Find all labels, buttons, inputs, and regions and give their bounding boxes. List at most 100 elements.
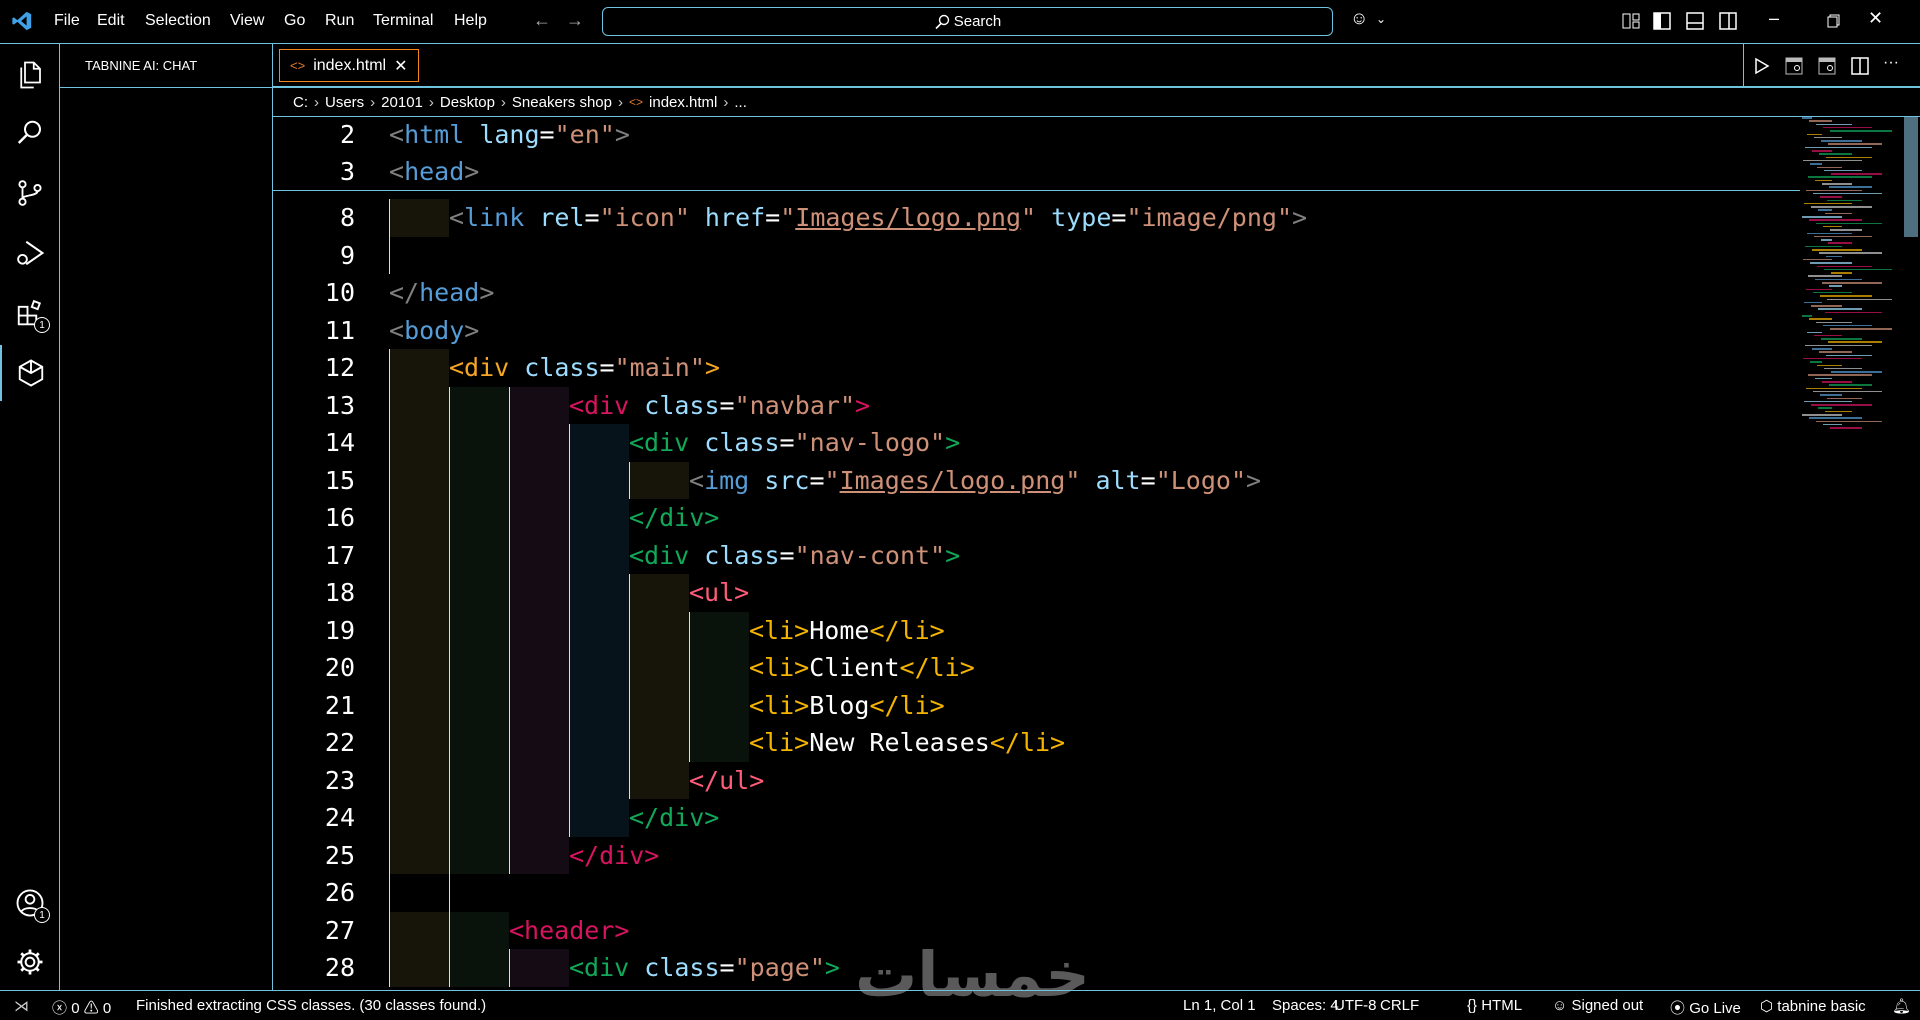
menu-view[interactable]: View [230, 12, 264, 30]
command-search-box[interactable]: Search [602, 7, 1333, 36]
activity-settings[interactable] [0, 934, 60, 990]
chevron-right-icon: › [428, 93, 434, 111]
minimap-line [1824, 169, 1862, 172]
code-token: html [404, 120, 465, 149]
restore-icon[interactable] [1827, 14, 1841, 28]
warning-icon: ⚠ [83, 1000, 99, 1017]
chevron-right-icon: › [370, 93, 376, 111]
breadcrumb-item[interactable]: 20101 [381, 94, 423, 111]
customize-layout-icon[interactable] [1622, 12, 1640, 30]
forward-arrow-icon[interactable]: → [566, 10, 584, 31]
run-icon[interactable] [1754, 57, 1770, 75]
bell-icon[interactable]: 🔔︎ [1892, 997, 1911, 1015]
indent-guide [449, 799, 509, 837]
code-token: " [1065, 465, 1081, 495]
minimap-line [1821, 239, 1832, 241]
copilot-icon[interactable]: ☺ [1350, 8, 1368, 29]
breadcrumb-item[interactable]: Sneakers shop [512, 94, 612, 111]
chevron-down-icon[interactable]: ⌄ [1376, 12, 1386, 26]
code-line[interactable]: 17 <div class = "nav-cont" > [273, 536, 1800, 574]
minimize-icon[interactable]: – [1769, 8, 1779, 29]
split-editor-icon[interactable] [1851, 57, 1869, 75]
menu-terminal[interactable]: Terminal [373, 12, 433, 30]
line-number: 13 [324, 390, 355, 420]
open-preview-side-icon[interactable] [1818, 57, 1836, 75]
tabnine-icon: ⬡ [1760, 998, 1774, 1015]
breadcrumb-item[interactable]: C: [293, 94, 308, 111]
line-ending[interactable]: CRLF [1380, 997, 1419, 1014]
code-token: link [464, 203, 525, 232]
open-preview-icon[interactable] [1785, 57, 1803, 75]
code-content: </div> [389, 836, 659, 874]
code-line[interactable]: 10 </head > [273, 274, 1800, 312]
toggle-primary-sidebar-icon[interactable] [1653, 12, 1671, 30]
code-line[interactable]: 12 <div class = "main" > [273, 349, 1800, 387]
close-window-icon[interactable]: ✕ [1868, 8, 1883, 29]
code-token: "main" [614, 353, 705, 382]
indent-guide [689, 724, 749, 762]
activity-tabnine[interactable] [0, 345, 60, 401]
code-line[interactable]: 16 </div> [273, 499, 1800, 537]
code-token: > [614, 120, 630, 149]
code-content: <div class = "nav-cont" > [389, 536, 960, 574]
code-token: head [404, 157, 465, 186]
go-live-button[interactable]: ⦿ Go Live [1670, 997, 1741, 1018]
sticky-code-line[interactable]: 3 < head > [273, 153, 1800, 191]
menu-help[interactable]: Help [454, 12, 487, 30]
problems-indicator[interactable]: ⓧ 0 ⚠ 0 [52, 997, 111, 1018]
language-mode[interactable]: {} HTML [1467, 997, 1522, 1014]
menu-file[interactable]: File [54, 12, 80, 30]
copilot-label: Signed out [1571, 997, 1644, 1014]
code-line[interactable]: 20 <li> Client </li> [273, 649, 1800, 687]
vertical-scrollbar[interactable] [1904, 117, 1918, 237]
code-line[interactable]: 18 <ul> [273, 574, 1800, 612]
activity-explorer[interactable] [0, 47, 60, 103]
minimap-line [1830, 229, 1862, 231]
toggle-panel-icon[interactable] [1686, 12, 1704, 30]
code-line[interactable]: 13 <div class = "navbar" > [273, 386, 1800, 424]
more-actions-icon[interactable]: ··· [1883, 54, 1899, 72]
code-line[interactable]: 19 <li> Home </li> [273, 611, 1800, 649]
back-arrow-icon[interactable]: ← [533, 10, 551, 31]
activity-source-control[interactable] [0, 165, 60, 221]
menu-selection[interactable]: Selection [145, 12, 211, 30]
indentation[interactable]: Spaces: 4 [1272, 997, 1339, 1014]
breadcrumb-item[interactable]: ... [734, 94, 747, 111]
encoding[interactable]: UTF-8 [1334, 997, 1377, 1014]
breadcrumb-item[interactable]: index.html [649, 94, 717, 111]
code-token: > [704, 353, 720, 382]
code-line[interactable]: 26 [273, 874, 1800, 912]
breadcrumb-item[interactable]: Desktop [440, 94, 495, 111]
activity-extensions[interactable]: 1 [0, 285, 60, 341]
minimap[interactable] [1800, 117, 1900, 477]
minimap-line [1822, 282, 1882, 284]
copilot-status[interactable]: ☺ Signed out [1552, 997, 1643, 1014]
tab-index-html[interactable]: <> index.html ✕ [279, 49, 419, 82]
cursor-position[interactable]: Ln 1, Col 1 [1183, 997, 1256, 1014]
activity-accounts[interactable]: 1 [0, 875, 60, 931]
close-tab-icon[interactable]: ✕ [394, 56, 407, 76]
code-editor[interactable]: 2 < html lang = "en" >3 < head > 8 < link rel = "icon… [273, 117, 1800, 990]
activity-run-debug[interactable] [0, 225, 60, 281]
code-line[interactable]: 15 < img src = " Images/logo.png " alt = "Logo" > [273, 461, 1800, 499]
code-line[interactable]: 11 < body > [273, 312, 1800, 350]
toggle-secondary-sidebar-icon[interactable] [1719, 12, 1737, 30]
activity-search[interactable] [0, 105, 60, 161]
minimap-line [1818, 407, 1832, 409]
code-line[interactable]: 22 <li> New Releases </li> [273, 724, 1800, 762]
menu-run[interactable]: Run [325, 12, 354, 30]
code-line[interactable]: 8 < link rel = "icon" href = " Images/logo.png "… [273, 199, 1800, 237]
code-line[interactable]: 14 <div class = "nav-logo" > [273, 424, 1800, 462]
code-line[interactable]: 23 </ul> [273, 761, 1800, 799]
code-line[interactable]: 24 </div> [273, 799, 1800, 837]
breadcrumb-item[interactable]: Users [325, 94, 364, 111]
minimap-line [1817, 166, 1842, 168]
menu-edit[interactable]: Edit [97, 12, 125, 30]
code-line[interactable]: 9 [273, 236, 1800, 274]
tabnine-status[interactable]: ⬡ tabnine basic [1760, 997, 1866, 1015]
code-line[interactable]: 21 <li> Blog </li> [273, 686, 1800, 724]
remote-icon[interactable]: ⋊ [14, 997, 29, 1015]
menu-go[interactable]: Go [284, 12, 305, 30]
sticky-code-line[interactable]: 2 < html lang = "en" > [273, 117, 1800, 154]
code-line[interactable]: 25 </div> [273, 836, 1800, 874]
